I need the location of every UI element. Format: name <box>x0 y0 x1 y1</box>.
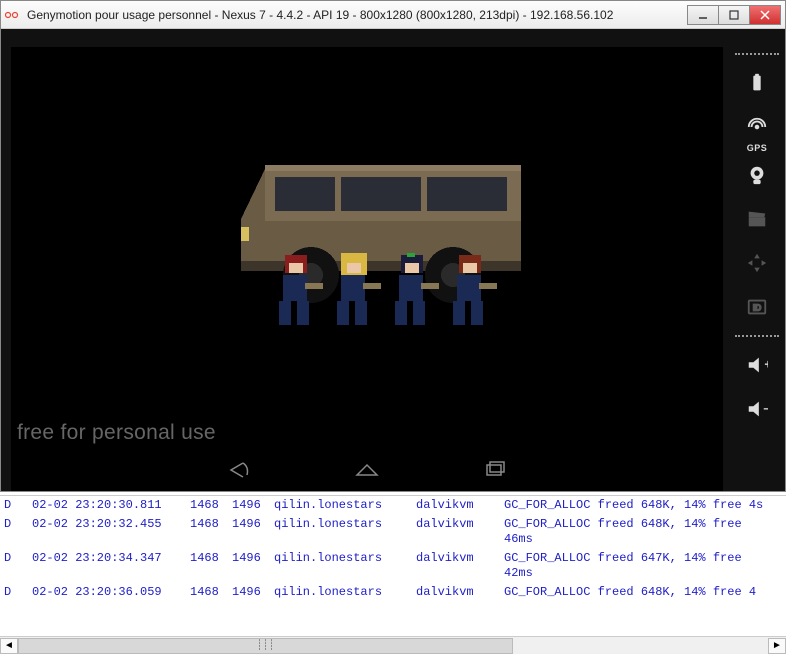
log-row[interactable]: D02-02 23:20:36.05914681496qilin.lonesta… <box>0 583 786 602</box>
log-cell-tag: dalvikvm <box>412 496 500 515</box>
col-text[interactable]: Text <box>500 492 770 493</box>
log-cell-time: 02-02 23:20:30.811 <box>28 496 186 515</box>
log-row[interactable]: D02-02 23:20:32.45514681496qilin.lonesta… <box>0 515 786 549</box>
log-cell-text: GC_FOR_ALLOC freed 648K, 14% free 4s <box>500 496 770 515</box>
emulator-sidebar: GPS ID + – <box>735 47 779 485</box>
log-cell-app: qilin.lonestars <box>270 496 412 515</box>
android-navbar <box>11 451 723 491</box>
col-app[interactable]: Application <box>270 492 412 493</box>
game-viewport[interactable]: free for personal use <box>11 47 723 451</box>
log-cell-tid: 1496 <box>228 583 270 602</box>
app-icon <box>5 7 21 23</box>
col-pid[interactable]: PID <box>186 492 228 493</box>
window-title: Genymotion pour usage personnel - Nexus … <box>27 8 688 22</box>
log-cell-time: 02-02 23:20:34.347 <box>28 549 186 583</box>
col-level[interactable]: L... <box>0 492 28 493</box>
scroll-left-arrow[interactable]: ◄ <box>0 638 18 654</box>
log-cell-pid: 1468 <box>186 549 228 583</box>
log-cell-tag: dalvikvm <box>412 515 500 549</box>
scroll-track[interactable]: ┊┊┊ <box>18 638 768 654</box>
log-cell-pid: 1468 <box>186 583 228 602</box>
log-cell-time: 02-02 23:20:32.455 <box>28 515 186 549</box>
log-cell-time: 02-02 23:20:36.059 <box>28 583 186 602</box>
app-window: Genymotion pour usage personnel - Nexus … <box>0 0 786 492</box>
col-tid[interactable]: TID <box>228 492 270 493</box>
svg-text:–: – <box>763 401 768 416</box>
clapper-icon[interactable] <box>741 203 773 235</box>
log-cell-tag: dalvikvm <box>412 549 500 583</box>
log-row[interactable]: D02-02 23:20:30.81114681496qilin.lonesta… <box>0 496 786 515</box>
log-cell-pid: 1468 <box>186 496 228 515</box>
home-button[interactable] <box>353 461 381 482</box>
dpad-icon[interactable] <box>741 247 773 279</box>
game-art <box>11 47 723 451</box>
recent-button[interactable] <box>481 461 509 482</box>
logcat-panel: L... Time PID TID Application Tag Text D… <box>0 492 786 654</box>
svg-text:+: + <box>764 357 768 372</box>
horizontal-scrollbar[interactable]: ◄ ┊┊┊ ► <box>0 636 786 654</box>
log-cell-text: GC_FOR_ALLOC freed 648K, 14% free 46ms <box>500 515 770 549</box>
log-cell-text: GC_FOR_ALLOC freed 648K, 14% free 4 <box>500 583 770 602</box>
log-cell-tid: 1496 <box>228 515 270 549</box>
scroll-thumb[interactable]: ┊┊┊ <box>18 638 513 654</box>
log-cell-level: D <box>0 583 28 602</box>
log-cell-app: qilin.lonestars <box>270 515 412 549</box>
log-cell-text: GC_FOR_ALLOC freed 647K, 14% free 42ms <box>500 549 770 583</box>
log-cell-level: D <box>0 496 28 515</box>
log-cell-tag: dalvikvm <box>412 583 500 602</box>
col-time[interactable]: Time <box>28 492 186 493</box>
window-buttons <box>688 5 781 25</box>
scroll-right-arrow[interactable]: ► <box>768 638 786 654</box>
watermark-text: free for personal use <box>17 421 216 445</box>
svg-text:ID: ID <box>753 304 761 313</box>
close-button[interactable] <box>749 5 781 25</box>
log-cell-level: D <box>0 515 28 549</box>
log-cell-level: D <box>0 549 28 583</box>
separator <box>735 53 779 55</box>
volume-up-icon[interactable]: + <box>741 349 773 381</box>
emulator-frame: free for personal use GPS ID + – <box>1 29 785 491</box>
log-row[interactable]: D02-02 23:20:34.34714681496qilin.lonesta… <box>0 549 786 583</box>
device-screen[interactable]: free for personal use <box>11 47 723 491</box>
maximize-button[interactable] <box>718 5 750 25</box>
col-tag[interactable]: Tag <box>412 492 500 493</box>
separator <box>735 335 779 337</box>
camera-icon[interactable] <box>741 159 773 191</box>
log-cell-app: qilin.lonestars <box>270 583 412 602</box>
log-rows: D02-02 23:20:30.81114681496qilin.lonesta… <box>0 496 786 602</box>
battery-icon[interactable] <box>741 67 773 99</box>
gps-label: GPS <box>747 143 768 153</box>
titlebar[interactable]: Genymotion pour usage personnel - Nexus … <box>1 1 785 29</box>
back-button[interactable] <box>225 461 253 482</box>
log-cell-app: qilin.lonestars <box>270 549 412 583</box>
log-cell-tid: 1496 <box>228 549 270 583</box>
log-cell-pid: 1468 <box>186 515 228 549</box>
id-icon[interactable]: ID <box>741 291 773 323</box>
volume-down-icon[interactable]: – <box>741 393 773 425</box>
log-cell-tid: 1496 <box>228 496 270 515</box>
gps-icon[interactable] <box>741 111 773 143</box>
minimize-button[interactable] <box>687 5 719 25</box>
